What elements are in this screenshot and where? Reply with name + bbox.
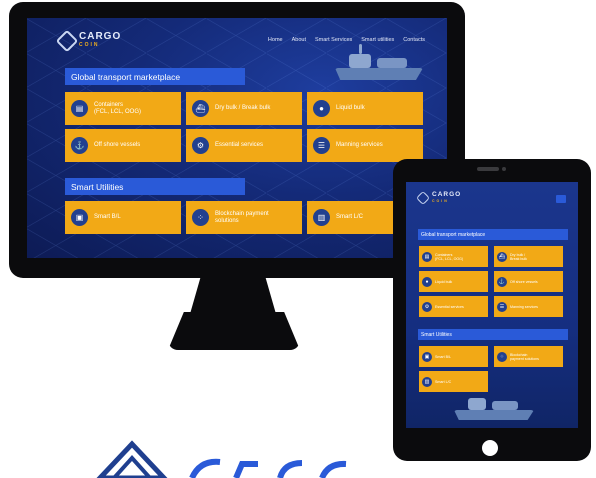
card-off-shore-vessels[interactable]: ⚓ Off shore vessels: [65, 129, 181, 162]
crew-icon: ☰: [497, 301, 507, 312]
tablet-card-dry-bulk[interactable]: ⛴ Dry bulk / Break bulk: [494, 246, 563, 267]
tablet-camera: [502, 167, 506, 171]
folder-icon: ▣: [422, 351, 432, 362]
tablet-card-smart-bl[interactable]: ▣ Smart B/L: [419, 346, 488, 367]
main-nav: Home About Smart Services Smart utilitie…: [268, 37, 425, 43]
vessel-icon: ⚓: [497, 276, 507, 287]
container-icon: ▤: [71, 100, 88, 117]
tablet-card-liquid-bulk[interactable]: ● Liquid bulk: [419, 271, 488, 292]
tablet-logo[interactable]: CARGO COIN: [415, 190, 462, 206]
gear-icon: ⚙: [422, 301, 432, 312]
card-smart-bl[interactable]: ▣ Smart B/L: [65, 201, 181, 234]
tablet-home-button[interactable]: [482, 440, 498, 456]
nav-home[interactable]: Home: [268, 37, 283, 43]
card-label: Off shore vessels: [94, 142, 141, 148]
card-label: Smart L/C: [336, 214, 364, 220]
card-essential-services[interactable]: ⚙ Essential services: [186, 129, 302, 162]
hamburger-menu-icon[interactable]: [556, 195, 566, 203]
card-label: Blockchain payment: [215, 210, 269, 217]
monitor-stand-neck: [190, 278, 276, 314]
desktop-screen: CARGO COIN Home About Smart Services Sma…: [27, 18, 447, 258]
drop-icon: ●: [313, 100, 330, 117]
monitor-stand-base: [168, 312, 300, 350]
card-sublabel: (FCL, LCL, OOG): [435, 256, 464, 261]
logo-icon: [415, 190, 431, 206]
tablet-card-blockchain-payment[interactable]: ⁘ Blockchain payment solutions: [494, 346, 563, 367]
card-label: Manning services: [510, 304, 538, 309]
card-label: Dry bulk / Break bulk: [215, 105, 271, 111]
tablet-device: CARGO COIN Global transport marketplace …: [393, 159, 591, 461]
gear-icon: ⚙: [192, 137, 209, 154]
container-icon: ▤: [422, 251, 432, 262]
brand-sub: COIN: [79, 42, 100, 48]
ship-icon: ⛴: [192, 100, 209, 117]
card-label: Manning services: [336, 142, 383, 148]
tablet-card-off-shore-vessels[interactable]: ⚓ Off shore vessels: [494, 271, 563, 292]
card-label: Essential services: [215, 142, 264, 148]
blockchain-icon: ⁘: [192, 209, 209, 226]
card-label: Liquid bulk: [336, 105, 365, 111]
nav-contacts[interactable]: Contacts: [403, 37, 425, 43]
card-sublabel: (FCL, LCL, OOG): [94, 108, 142, 115]
brand-sub: COIN: [432, 199, 449, 203]
card-sublabel: Break bulk: [510, 256, 527, 261]
tablet-card-essential-services[interactable]: ⚙ Essential services: [419, 296, 488, 317]
folder-icon: ▣: [71, 209, 88, 226]
cargo-coin-logo[interactable]: CARGO COIN: [55, 29, 121, 53]
card-label: Liquid bulk: [435, 279, 453, 284]
card-label: Containers: [94, 101, 124, 108]
card-label: Smart B/L: [435, 354, 451, 359]
card-label: Essential services: [435, 304, 464, 309]
cargo-coin-large-logo-icon: [96, 440, 347, 478]
card-blockchain-payment[interactable]: ⁘ Blockchain payment solutions: [186, 201, 302, 234]
card-label: Smart L/C: [435, 379, 452, 384]
card-label: Smart B/L: [94, 214, 121, 220]
logo-icon: [55, 29, 79, 53]
document-icon: ▥: [422, 376, 432, 387]
document-icon: ▥: [313, 209, 330, 226]
card-containers[interactable]: ▤ Containers (FCL, LCL, OOG): [65, 92, 181, 125]
crew-icon: ☰: [313, 137, 330, 154]
brand-name: CARGO: [432, 191, 462, 198]
tablet-card-manning-services[interactable]: ☰ Manning services: [494, 296, 563, 317]
section-title-utilities: Smart Utilities: [65, 178, 245, 195]
blockchain-icon: ⁘: [497, 351, 507, 362]
nav-smart-utilities[interactable]: Smart utilities: [361, 37, 394, 43]
card-label: Off shore vessels: [510, 279, 538, 284]
tablet-section-utilities: Smart Utilities: [418, 329, 568, 340]
tablet-section-marketplace: Global transport marketplace: [418, 229, 568, 240]
nav-about[interactable]: About: [292, 37, 306, 43]
tablet-card-containers[interactable]: ▤ Containers (FCL, LCL, OOG): [419, 246, 488, 267]
tablet-screen: CARGO COIN Global transport marketplace …: [406, 182, 578, 428]
section-title-marketplace: Global transport marketplace: [65, 68, 245, 85]
nav-smart-services[interactable]: Smart Services: [315, 37, 352, 43]
ship-icon: ⛴: [497, 251, 507, 262]
card-sublabel: payment solutions: [510, 356, 539, 361]
card-manning-services[interactable]: ☰ Manning services: [307, 129, 423, 162]
card-dry-bulk[interactable]: ⛴ Dry bulk / Break bulk: [186, 92, 302, 125]
tablet-card-smart-lc[interactable]: ▥ Smart L/C: [419, 371, 488, 392]
card-liquid-bulk[interactable]: ● Liquid bulk: [307, 92, 423, 125]
card-sublabel: solutions: [215, 217, 239, 224]
vessel-icon: ⚓: [71, 137, 88, 154]
drop-icon: ●: [422, 276, 432, 287]
tablet-speaker: [477, 167, 499, 171]
